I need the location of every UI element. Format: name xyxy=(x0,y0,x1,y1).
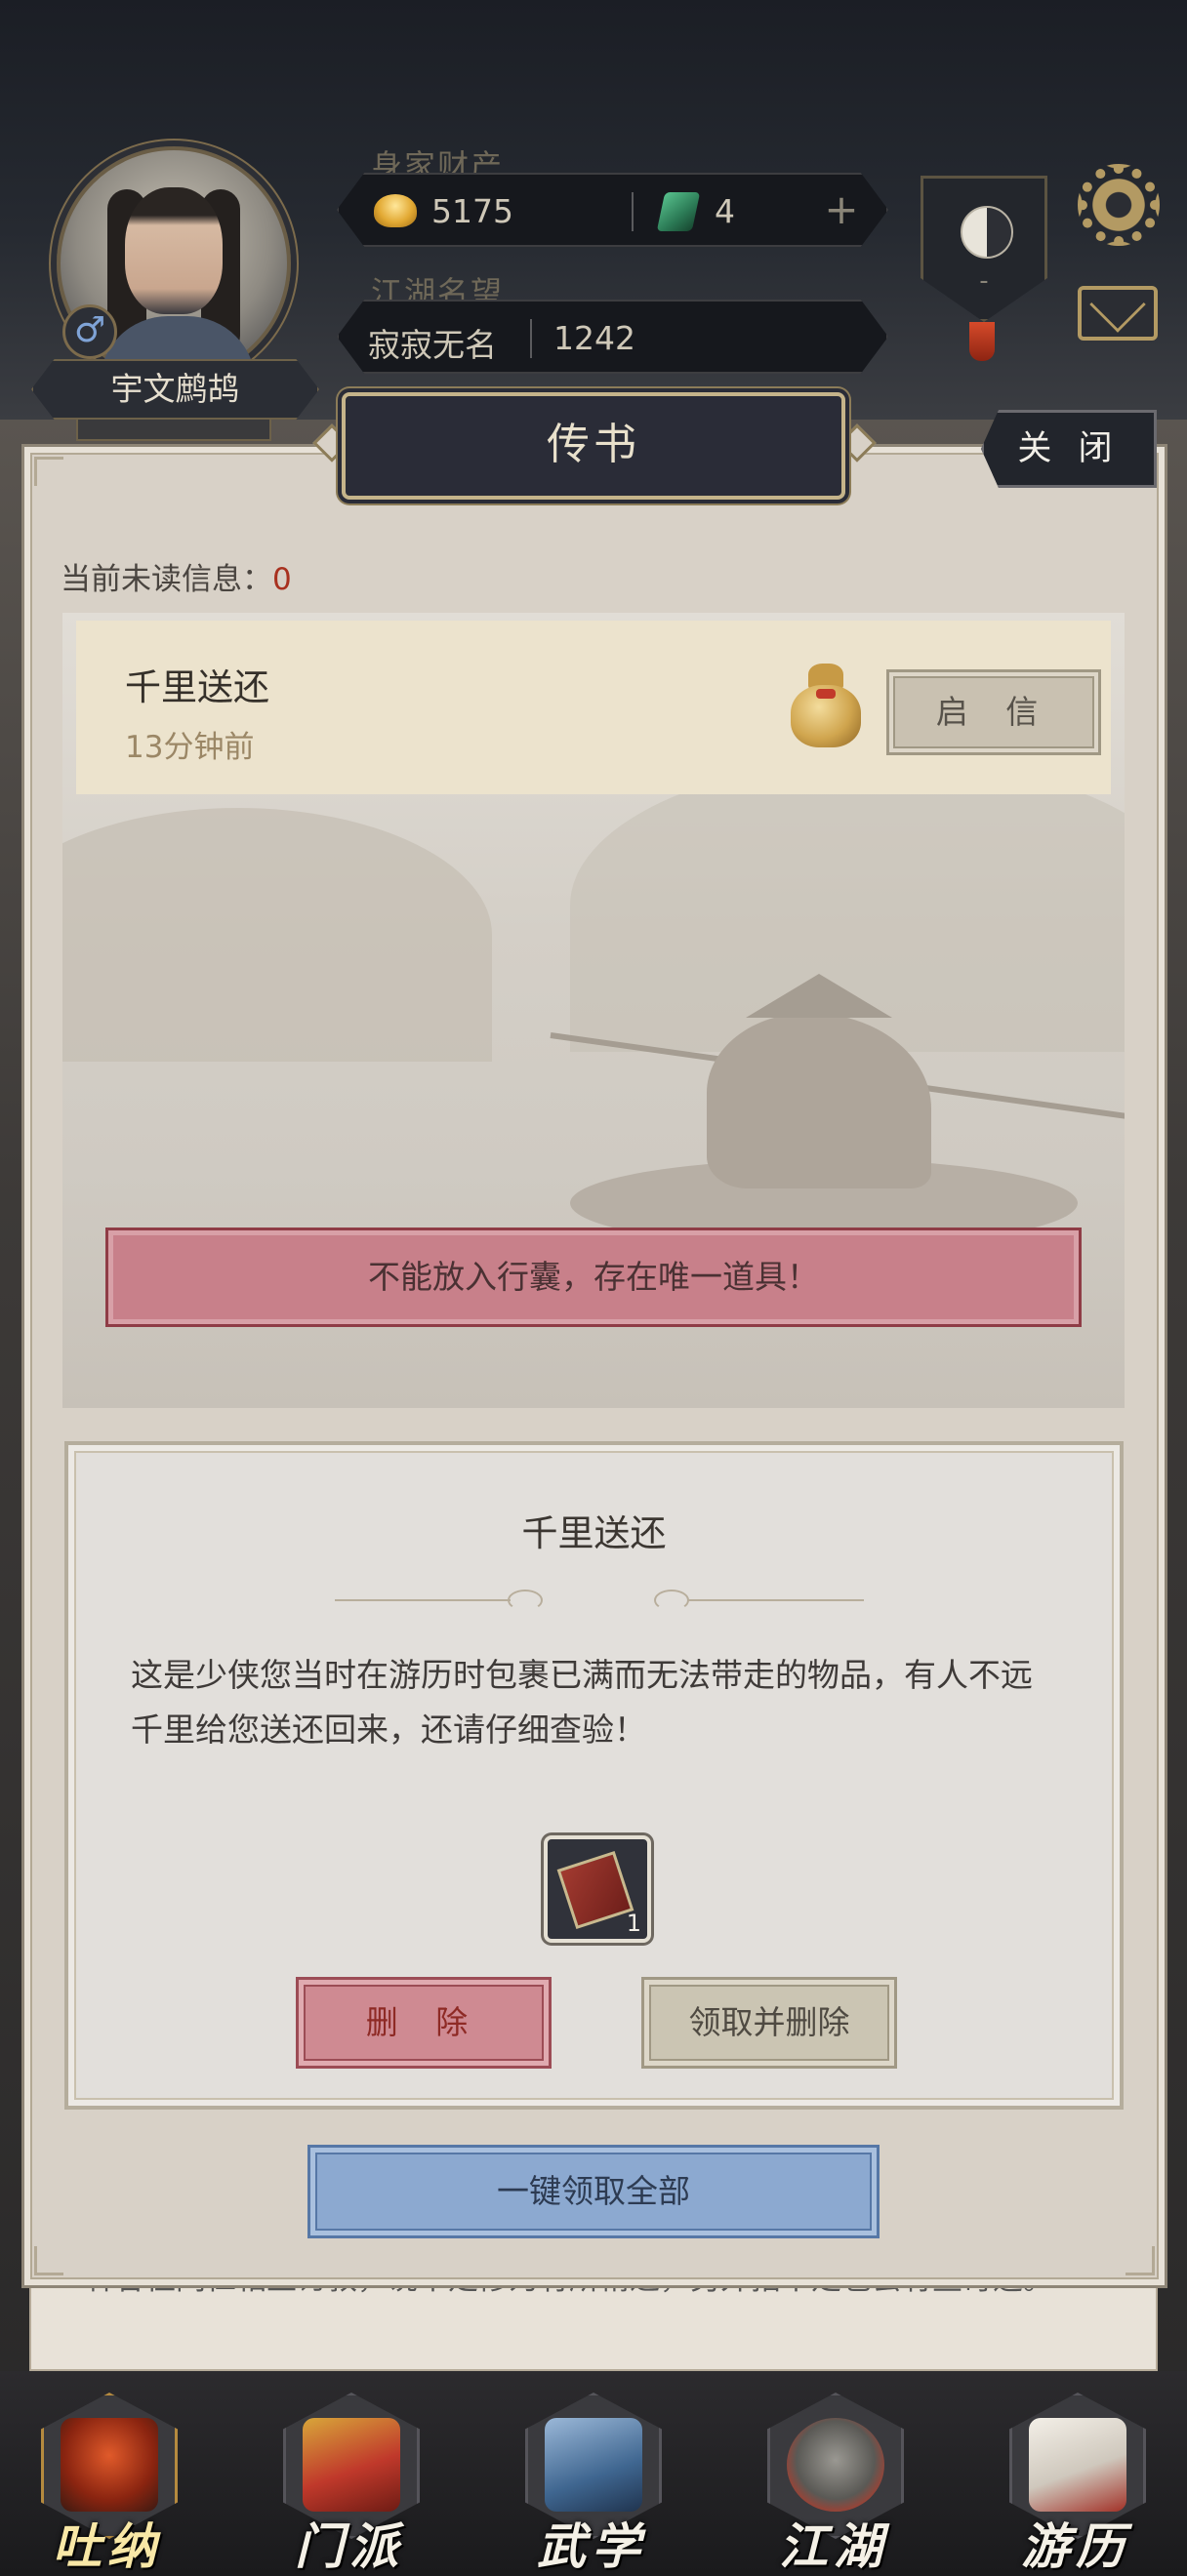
wealth-bar: 5175 4 + xyxy=(337,173,888,247)
claim-all-button[interactable]: 一键领取全部 xyxy=(307,2145,880,2238)
item-slot[interactable]: 1 xyxy=(544,1835,651,1943)
divider-ornament xyxy=(688,1599,864,1601)
fame-bar: 寂寂无名 1242 xyxy=(337,300,888,374)
taiji-badge-value: - xyxy=(979,266,989,296)
item-count: 1 xyxy=(626,1910,641,1937)
divider-ornament xyxy=(335,1599,511,1601)
corner-ornament xyxy=(34,457,63,486)
gear-icon[interactable] xyxy=(1078,164,1160,246)
letter-detail: 千里送还 这是少侠您当时在游历时包裹已满而无法带走的物品，有人不远千里给您送还回… xyxy=(64,1441,1124,2110)
nav-label: 江湖 xyxy=(779,2517,888,2575)
unread-info: 当前未读信息：0 xyxy=(61,554,292,598)
horse-icon xyxy=(1029,2418,1126,2512)
nav-item-sect[interactable]: 门派 xyxy=(262,2393,437,2575)
name-plate-tab xyxy=(76,418,271,441)
martial-book-icon xyxy=(545,2418,642,2512)
tassel-icon xyxy=(969,322,995,361)
sect-banner-icon xyxy=(303,2418,400,2512)
claim-and-delete-button[interactable]: 领取并删除 xyxy=(641,1977,897,2069)
fame-value: 1242 xyxy=(553,319,635,357)
list-item[interactable]: 千里送还 13分钟前 启 信 xyxy=(76,621,1111,794)
unread-label: 当前未读信息： xyxy=(61,562,272,597)
nav-label: 门派 xyxy=(295,2517,404,2575)
taiji-icon xyxy=(961,206,1013,259)
corner-ornament xyxy=(1126,2246,1155,2275)
divider-ornament xyxy=(508,1590,543,1611)
gold-amount: 5175 xyxy=(431,192,513,230)
unread-count: 0 xyxy=(272,562,292,597)
letter-list: 千里送还 13分钟前 启 信 不能放入行囊，存在唯一道具！ xyxy=(62,613,1125,1408)
nav-item-jianghu[interactable]: 江湖 xyxy=(746,2393,921,2575)
divider-ornament xyxy=(654,1590,689,1611)
detail-title: 千里送还 xyxy=(521,1512,667,1554)
pouch-icon xyxy=(787,664,865,749)
divider xyxy=(530,319,532,358)
detail-body: 这是少侠您当时在游历时包裹已满而无法带走的物品，有人不远千里给您送还回来，还请仔… xyxy=(131,1656,1033,1749)
nav-item-martial-arts[interactable]: 武学 xyxy=(504,2393,679,2575)
corner-ornament xyxy=(34,2246,63,2275)
bottom-nav: 吐纳 门派 武学 江湖 游历 xyxy=(0,2371,1187,2576)
nav-label: 吐纳 xyxy=(53,2517,162,2575)
bamboo-hat-icon xyxy=(787,2418,884,2512)
book-icon xyxy=(556,1850,634,1930)
letter-time: 13分钟前 xyxy=(125,730,255,765)
open-letter-button[interactable]: 启 信 xyxy=(886,669,1101,755)
dialog-title: 传书 xyxy=(342,392,845,500)
pouch-tie xyxy=(816,689,836,699)
meditation-icon xyxy=(61,2418,158,2512)
delete-button[interactable]: 删 除 xyxy=(296,1977,552,2069)
mail-icon[interactable] xyxy=(1078,286,1158,341)
nav-label: 游历 xyxy=(1021,2517,1130,2575)
nav-label: 武学 xyxy=(537,2517,646,2575)
player-name: 宇文鹧鸪 xyxy=(31,359,319,420)
mountain-illustration xyxy=(62,808,492,1062)
warning-toast: 不能放入行囊，存在唯一道具！ xyxy=(105,1228,1082,1327)
close-button[interactable]: 关 闭 xyxy=(981,410,1157,488)
nav-item-travel[interactable]: 游历 xyxy=(988,2393,1164,2575)
letter-title: 千里送还 xyxy=(125,666,269,708)
fame-title: 寂寂无名 xyxy=(368,326,497,364)
nav-item-meditation[interactable]: 吐纳 xyxy=(20,2393,195,2575)
gender-icon: ♂ xyxy=(62,304,117,359)
avatar-face xyxy=(125,187,223,314)
add-currency-button[interactable]: + xyxy=(817,186,866,235)
jade-icon xyxy=(656,192,701,231)
jade-amount: 4 xyxy=(715,192,735,230)
gold-ingot-icon xyxy=(374,194,417,227)
divider xyxy=(632,192,634,231)
